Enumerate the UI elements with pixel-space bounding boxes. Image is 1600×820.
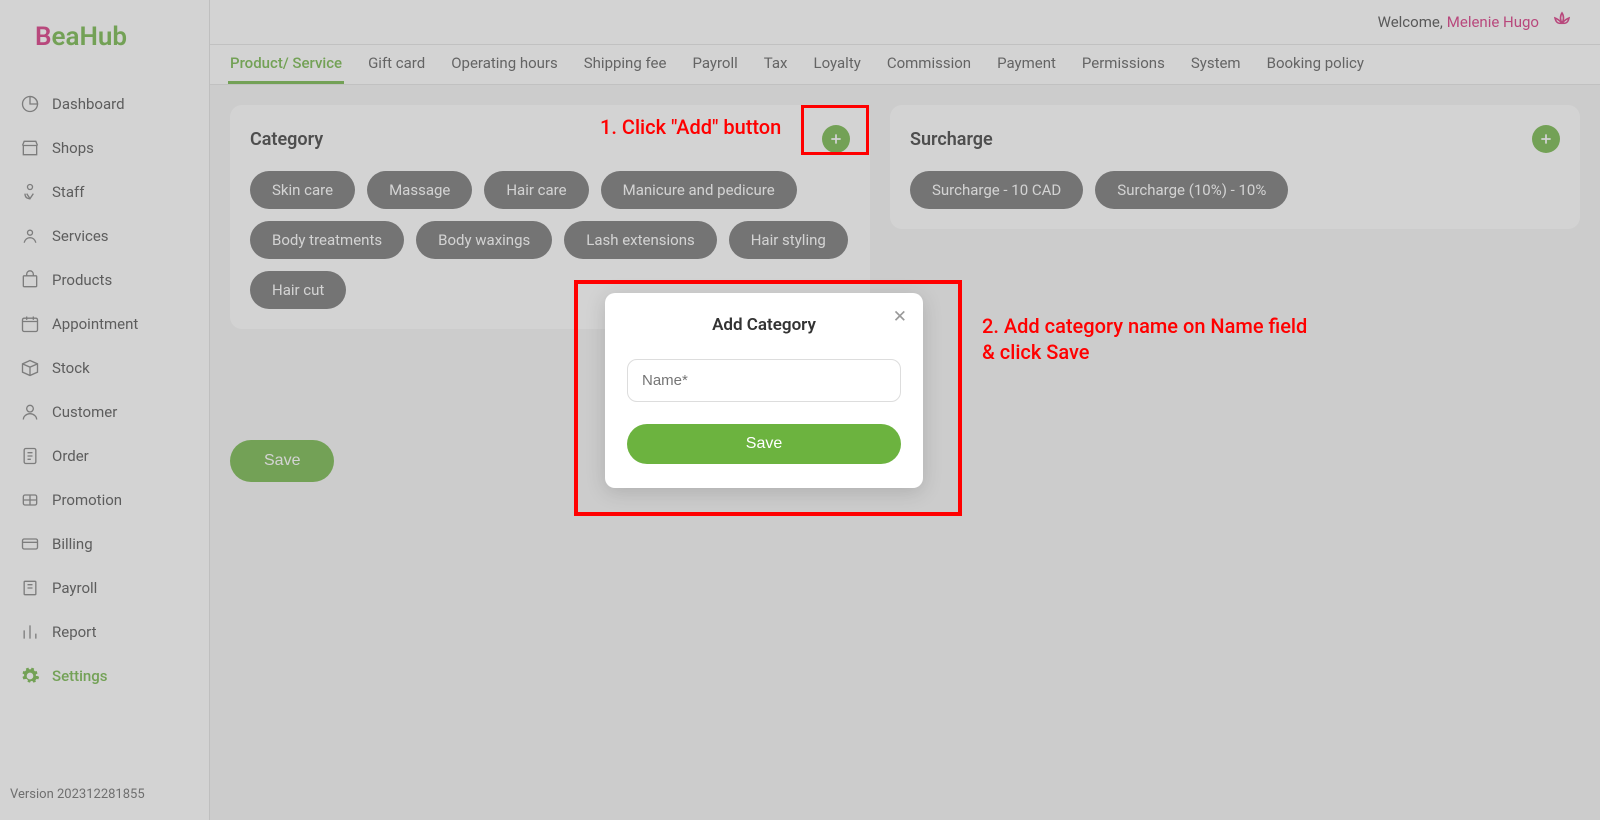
sidebar-item-label: Report <box>52 623 97 641</box>
sidebar-item-promotion[interactable]: Promotion <box>0 478 209 522</box>
sidebar-item-dashboard[interactable]: Dashboard <box>0 82 209 126</box>
surcharge-pill[interactable]: Surcharge (10%) - 10% <box>1095 171 1288 209</box>
welcome-user[interactable]: Melenie Hugo <box>1447 13 1539 31</box>
version-label: Version 202312281855 <box>0 769 209 820</box>
tab-gift-card[interactable]: Gift card <box>366 45 427 84</box>
stock-icon <box>20 358 40 378</box>
sidebar-item-report[interactable]: Report <box>0 610 209 654</box>
sidebar-item-label: Dashboard <box>52 95 125 113</box>
services-icon <box>20 226 40 246</box>
category-pill[interactable]: Hair care <box>484 171 588 209</box>
sidebar-item-label: Promotion <box>52 491 122 509</box>
logo-accent: B <box>35 22 52 52</box>
sidebar-item-label: Order <box>52 447 89 465</box>
calendar-icon <box>20 314 40 334</box>
category-pill[interactable]: Massage <box>367 171 472 209</box>
sidebar-item-customer[interactable]: Customer <box>0 390 209 434</box>
sidebar-item-label: Stock <box>52 359 90 377</box>
logo-rest: eaHub <box>52 22 128 52</box>
sidebar-item-products[interactable]: Products <box>0 258 209 302</box>
report-icon <box>20 622 40 642</box>
sidebar-item-label: Staff <box>52 183 84 201</box>
category-pill[interactable]: Hair styling <box>729 221 848 259</box>
surcharge-title: Surcharge <box>910 129 993 150</box>
payroll-icon <box>20 578 40 598</box>
save-button[interactable]: Save <box>230 440 334 482</box>
add-surcharge-button[interactable] <box>1532 125 1560 153</box>
category-pill[interactable]: Body treatments <box>250 221 404 259</box>
category-pill[interactable]: Manicure and pedicure <box>601 171 797 209</box>
close-icon[interactable]: ✕ <box>893 307 907 327</box>
sidebar-item-order[interactable]: Order <box>0 434 209 478</box>
settings-icon <box>20 666 40 686</box>
products-icon <box>20 270 40 290</box>
tab-product-service[interactable]: Product/ Service <box>228 45 344 84</box>
add-category-modal: ✕ Add Category Save <box>605 293 923 488</box>
surcharge-pill[interactable]: Surcharge - 10 CAD <box>910 171 1083 209</box>
sidebar-item-label: Appointment <box>52 315 138 333</box>
sidebar-item-label: Settings <box>52 667 108 685</box>
customer-icon <box>20 402 40 422</box>
sidebar-item-staff[interactable]: Staff <box>0 170 209 214</box>
category-pill[interactable]: Lash extensions <box>564 221 716 259</box>
category-name-input[interactable] <box>627 359 901 402</box>
sidebar-item-shops[interactable]: Shops <box>0 126 209 170</box>
tab-shipping-fee[interactable]: Shipping fee <box>582 45 669 84</box>
tab-system[interactable]: System <box>1189 45 1243 84</box>
sidebar-item-appointment[interactable]: Appointment <box>0 302 209 346</box>
sidebar-item-label: Services <box>52 227 109 245</box>
tab-operating-hours[interactable]: Operating hours <box>449 45 560 84</box>
category-title: Category <box>250 129 323 150</box>
sidebar-item-billing[interactable]: Billing <box>0 522 209 566</box>
sidebar-item-label: Shops <box>52 139 94 157</box>
category-pill[interactable]: Skin care <box>250 171 355 209</box>
logo: BeaHub <box>0 0 209 74</box>
tab-loyalty[interactable]: Loyalty <box>812 45 863 84</box>
sidebar-item-label: Customer <box>52 403 117 421</box>
tab-tax[interactable]: Tax <box>762 45 790 84</box>
lotus-icon <box>1549 9 1575 35</box>
tab-payroll[interactable]: Payroll <box>690 45 739 84</box>
sidebar-item-settings[interactable]: Settings <box>0 654 209 698</box>
sidebar-item-label: Payroll <box>52 579 97 597</box>
modal-title: Add Category <box>627 315 901 335</box>
category-pill[interactable]: Hair cut <box>250 271 346 309</box>
surcharge-panel: Surcharge Surcharge - 10 CAD Surcharge (1… <box>890 105 1580 229</box>
sidebar-item-label: Products <box>52 271 112 289</box>
sidebar-item-payroll[interactable]: Payroll <box>0 566 209 610</box>
billing-icon <box>20 534 40 554</box>
tab-permissions[interactable]: Permissions <box>1080 45 1167 84</box>
modal-save-button[interactable]: Save <box>627 424 901 464</box>
tab-commission[interactable]: Commission <box>885 45 973 84</box>
sidebar-item-label: Billing <box>52 535 93 553</box>
gauge-icon <box>20 94 40 114</box>
sidebar-item-stock[interactable]: Stock <box>0 346 209 390</box>
add-category-button[interactable] <box>822 125 850 153</box>
tab-booking-policy[interactable]: Booking policy <box>1265 45 1366 84</box>
welcome-text: Welcome, <box>1378 13 1443 31</box>
shop-icon <box>20 138 40 158</box>
staff-icon <box>20 182 40 202</box>
sidebar-item-services[interactable]: Services <box>0 214 209 258</box>
promotion-icon <box>20 490 40 510</box>
order-icon <box>20 446 40 466</box>
category-pill[interactable]: Body waxings <box>416 221 552 259</box>
tab-payment[interactable]: Payment <box>995 45 1058 84</box>
